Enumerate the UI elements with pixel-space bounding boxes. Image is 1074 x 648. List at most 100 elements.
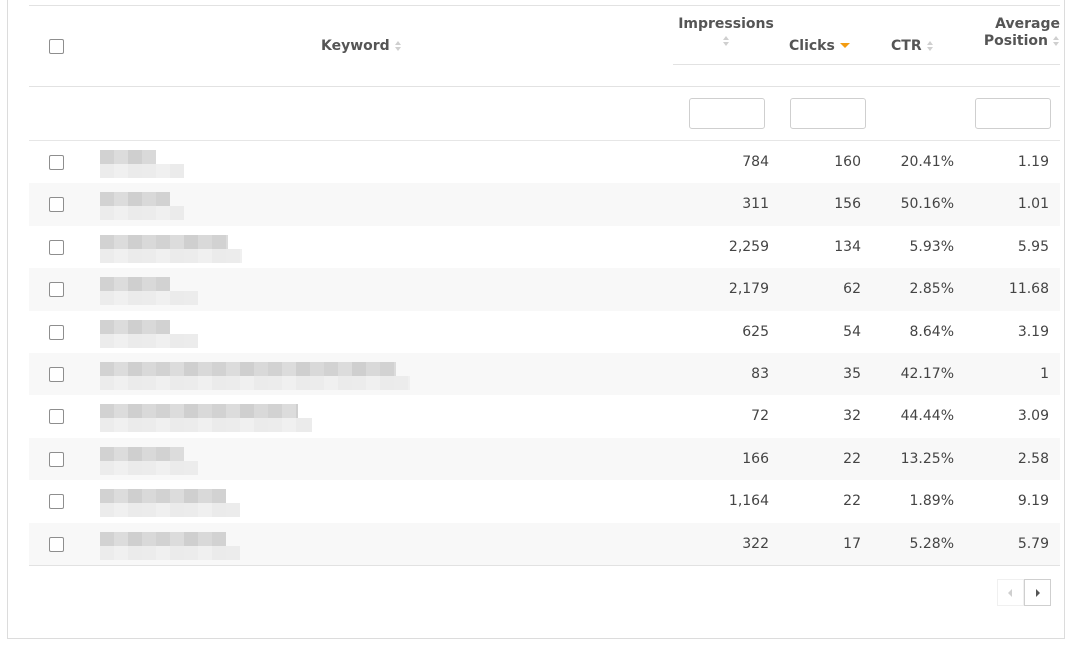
blurred-text bbox=[100, 333, 198, 348]
column-header-impressions[interactable]: Impressions bbox=[676, 16, 776, 47]
blurred-text bbox=[100, 503, 240, 518]
average-position-cell: 1.19 bbox=[1017, 154, 1049, 170]
average-position-cell: 2.58 bbox=[1017, 450, 1049, 467]
blurred-text bbox=[100, 150, 156, 164]
blurred-text bbox=[100, 234, 228, 249]
table-row[interactable]: 2,259 134 5.93% 5.95 bbox=[29, 226, 1060, 268]
clicks-cell: 22 bbox=[843, 493, 861, 510]
blurred-text bbox=[100, 375, 410, 390]
impressions-cell: 83 bbox=[751, 365, 769, 382]
impressions-cell: 1,164 bbox=[728, 493, 769, 510]
clicks-cell: 17 bbox=[843, 535, 861, 552]
select-all-checkbox[interactable] bbox=[49, 39, 64, 54]
column-header-average-position[interactable]: Average Position bbox=[964, 16, 1060, 50]
average-position-cell: 5.95 bbox=[1017, 238, 1049, 255]
impressions-cell: 322 bbox=[742, 535, 769, 552]
impressions-filter-input[interactable] bbox=[689, 98, 765, 129]
ctr-cell: 20.41% bbox=[900, 154, 954, 170]
table-row[interactable]: 83 35 42.17% 1 bbox=[29, 352, 1060, 396]
row-checkbox[interactable] bbox=[49, 324, 64, 340]
clicks-cell: 54 bbox=[843, 323, 861, 340]
table-row[interactable]: 311 156 50.16% 1.01 bbox=[29, 183, 1060, 226]
table-row[interactable]: 2,179 62 2.85% 11.68 bbox=[29, 268, 1060, 311]
average-position-cell: 5.79 bbox=[1017, 535, 1049, 552]
impressions-cell: 625 bbox=[742, 323, 769, 340]
row-checkbox[interactable] bbox=[49, 536, 64, 552]
column-header-label: Impressions bbox=[678, 16, 774, 32]
impressions-cell: 166 bbox=[742, 450, 769, 467]
row-checkbox[interactable] bbox=[49, 366, 64, 382]
sort-both-icon bbox=[394, 40, 402, 52]
clicks-cell: 156 bbox=[834, 196, 861, 213]
clicks-cell: 32 bbox=[843, 408, 861, 425]
blurred-text bbox=[100, 418, 312, 433]
average-position-cell: 1 bbox=[1040, 365, 1049, 382]
average-position-filter-input[interactable] bbox=[975, 98, 1051, 129]
average-position-cell: 3.09 bbox=[1017, 408, 1049, 425]
table-row[interactable]: 784 160 20.41% 1.19 bbox=[29, 141, 1060, 183]
clicks-filter-input[interactable] bbox=[790, 98, 866, 129]
row-checkbox[interactable] bbox=[49, 155, 64, 170]
chevron-left-icon[interactable] bbox=[997, 579, 1024, 606]
ctr-cell: 2.85% bbox=[909, 281, 954, 298]
row-checkbox[interactable] bbox=[49, 239, 64, 255]
blurred-text bbox=[100, 319, 170, 334]
ctr-cell: 1.89% bbox=[909, 493, 954, 510]
clicks-cell: 62 bbox=[843, 281, 861, 298]
average-position-cell: 1.01 bbox=[1017, 196, 1049, 213]
table-body: 784 160 20.41% 1.19 311 156 50.16% 1.01 2,259 134… bbox=[29, 141, 1060, 565]
blurred-text bbox=[100, 446, 184, 461]
table-bottom-divider bbox=[29, 565, 1060, 566]
blurred-text bbox=[100, 206, 184, 221]
row-checkbox[interactable] bbox=[49, 197, 64, 213]
table-header: Keyword Impressions Clicks CTR Average P… bbox=[29, 6, 1060, 86]
clicks-cell: 22 bbox=[843, 450, 861, 467]
table-row[interactable]: 625 54 8.64% 3.19 bbox=[29, 311, 1060, 353]
average-position-cell: 11.68 bbox=[1008, 281, 1049, 298]
blurred-text bbox=[100, 361, 396, 376]
impressions-cell: 311 bbox=[742, 196, 769, 213]
average-position-cell: 9.19 bbox=[1017, 493, 1049, 510]
row-checkbox[interactable] bbox=[49, 409, 64, 425]
sort-both-icon bbox=[1052, 35, 1060, 47]
column-header-ctr[interactable]: CTR bbox=[891, 38, 934, 55]
impressions-cell: 2,259 bbox=[728, 238, 769, 255]
column-header-label: CTR bbox=[891, 38, 922, 54]
header-group-divider bbox=[673, 64, 1060, 65]
blurred-text bbox=[100, 531, 226, 546]
chevron-right-icon[interactable] bbox=[1024, 579, 1051, 606]
column-header-label-line2: Position bbox=[983, 33, 1048, 49]
sort-both-icon bbox=[722, 35, 730, 47]
clicks-cell: 35 bbox=[843, 365, 861, 382]
sort-both-icon bbox=[926, 40, 934, 52]
blurred-text bbox=[100, 277, 170, 292]
row-checkbox[interactable] bbox=[49, 494, 64, 510]
clicks-cell: 134 bbox=[834, 238, 861, 255]
clicks-cell: 160 bbox=[834, 154, 861, 170]
row-checkbox[interactable] bbox=[49, 451, 64, 467]
average-position-cell: 3.19 bbox=[1017, 323, 1049, 340]
impressions-cell: 72 bbox=[751, 408, 769, 425]
row-checkbox[interactable] bbox=[49, 282, 64, 298]
keywords-panel: Keyword Impressions Clicks CTR Average P… bbox=[7, 0, 1065, 639]
sort-desc-icon bbox=[839, 43, 850, 49]
table-row[interactable]: 1,164 22 1.89% 9.19 bbox=[29, 480, 1060, 522]
impressions-cell: 2,179 bbox=[728, 281, 769, 298]
column-header-label: Clicks bbox=[789, 38, 835, 54]
column-header-label-line1: Average bbox=[995, 16, 1060, 32]
blurred-text bbox=[100, 248, 242, 263]
column-header-clicks[interactable]: Clicks bbox=[789, 38, 850, 55]
ctr-cell: 8.64% bbox=[909, 323, 954, 340]
table-row[interactable]: 72 32 44.44% 3.09 bbox=[29, 395, 1060, 437]
ctr-cell: 5.93% bbox=[909, 238, 954, 255]
column-header-label: Keyword bbox=[321, 38, 390, 54]
ctr-cell: 44.44% bbox=[900, 408, 954, 425]
table-row[interactable]: 166 22 13.25% 2.58 bbox=[29, 437, 1060, 481]
blurred-text bbox=[100, 404, 298, 419]
blurred-text bbox=[100, 164, 184, 178]
blurred-text bbox=[100, 291, 198, 306]
impressions-cell: 784 bbox=[742, 154, 769, 170]
column-header-keyword[interactable]: Keyword bbox=[321, 38, 402, 55]
table-row[interactable]: 322 17 5.28% 5.79 bbox=[29, 522, 1060, 565]
blurred-text bbox=[100, 545, 240, 560]
